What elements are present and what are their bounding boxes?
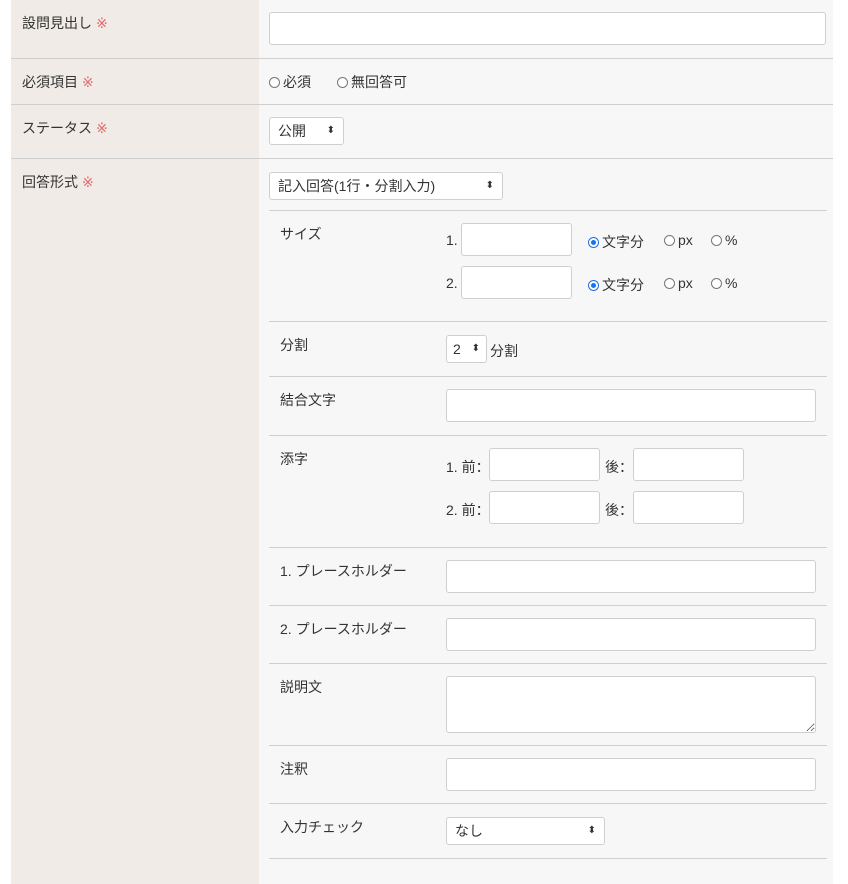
unit-label: 文字分 (602, 277, 644, 293)
affix-post-input-1[interactable] (633, 448, 744, 481)
subrow-join-char: 結合文字 (269, 376, 827, 435)
select-arrow-icon: ⬍ (485, 180, 494, 191)
radio-circle[interactable] (588, 280, 599, 291)
split-label: 分割 (280, 337, 308, 353)
size-input-2[interactable] (461, 266, 572, 299)
affix-pre-label-1: 1. 前： (446, 459, 490, 475)
select-arrow-icon: ⬍ (587, 825, 596, 836)
size-unit-chars-1[interactable]: 文字分 (588, 232, 644, 252)
radio-required-label: 必須 (283, 74, 311, 90)
row-status: ステータス ※ 公開 ⬍ (11, 105, 833, 159)
radio-no-answer-ok[interactable]: 無回答可 (337, 72, 407, 92)
value-cell: 記入回答(1行・分割入力) ⬍ サイズ 1. 文字分 px % 2. 文字分 p… (259, 159, 833, 884)
required-item-label: 必須項目 (22, 74, 78, 90)
subrow-input-check: 入力チェック なし ⬍ (269, 803, 827, 859)
row-question-heading: 設問見出し ※ (11, 0, 833, 59)
note-label: 注釈 (280, 761, 308, 777)
unit-label: px (678, 275, 693, 291)
label-cell: 設問見出し ※ (11, 0, 259, 58)
label-cell: 必須項目 ※ (11, 59, 259, 104)
size-unit-percent-1[interactable]: % (711, 232, 737, 248)
question-edit-form: 設問見出し ※ 必須項目 ※ 必須 無回答可 ステータス ※ 公開 ⬍ 回答形式… (11, 0, 833, 884)
radio-circle[interactable] (664, 235, 675, 246)
subrow-affix: 添字 1. 前： 後： 2. 前： 後： (269, 435, 827, 548)
select-arrow-icon: ⬍ (471, 343, 480, 354)
unit-label: % (725, 232, 738, 248)
label-cell: 回答形式 ※ (11, 159, 259, 884)
required-mark: ※ (82, 74, 94, 90)
input-check-select[interactable]: なし ⬍ (446, 817, 605, 845)
size-unit-chars-2[interactable]: 文字分 (588, 275, 644, 295)
subrow-placeholder-1: 1. プレースホルダー (269, 547, 827, 606)
question-heading-label: 設問見出し (22, 15, 92, 31)
status-selected: 公開 (278, 123, 306, 139)
radio-circle[interactable] (664, 278, 675, 289)
value-cell: 必須 無回答可 (259, 59, 833, 104)
size-label: サイズ (280, 226, 322, 242)
answer-format-label: 回答形式 (22, 174, 78, 190)
row-answer-format: 回答形式 ※ 記入回答(1行・分割入力) ⬍ サイズ 1. 文字分 px % 2.… (11, 159, 833, 884)
label-cell: ステータス ※ (11, 105, 259, 158)
unit-label: % (725, 275, 738, 291)
affix-post-label-1: 後： (605, 459, 633, 475)
affix-label: 添字 (280, 451, 308, 467)
question-heading-input[interactable] (269, 12, 826, 45)
note-input[interactable] (446, 758, 816, 791)
affix-pre-label-2: 2. 前： (446, 502, 490, 518)
subrow-description: 説明文 (269, 663, 827, 746)
select-arrow-icon: ⬍ (326, 125, 335, 136)
radio-no-answer-ok-circle[interactable] (337, 77, 348, 88)
radio-no-answer-ok-label: 無回答可 (351, 74, 407, 90)
split-select[interactable]: 2 ⬍ (446, 335, 487, 363)
required-mark: ※ (82, 174, 94, 190)
affix-pre-input-2[interactable] (489, 491, 600, 524)
status-select[interactable]: 公開 ⬍ (269, 117, 344, 145)
subrow-note: 注釈 (269, 745, 827, 804)
unit-label: px (678, 232, 693, 248)
description-textarea[interactable] (446, 676, 816, 733)
size-unit-px-2[interactable]: px (664, 275, 693, 291)
radio-circle[interactable] (588, 237, 599, 248)
subrow-placeholder-2: 2. プレースホルダー (269, 605, 827, 664)
split-selected: 2 (453, 341, 461, 357)
affix-post-label-2: 後： (605, 502, 633, 518)
subrow-split: 分割 2 ⬍ 分割 (269, 321, 827, 376)
placeholder1-input[interactable] (446, 560, 816, 593)
radio-circle[interactable] (711, 235, 722, 246)
affix-pre-input-1[interactable] (489, 448, 600, 481)
answer-format-selected: 記入回答(1行・分割入力) (278, 178, 436, 194)
size-num-1: 1. (446, 232, 458, 248)
size-input-1[interactable] (461, 223, 572, 256)
value-cell: 公開 ⬍ (259, 105, 833, 158)
placeholder1-label: 1. プレースホルダー (280, 563, 407, 579)
required-mark: ※ (96, 15, 108, 31)
size-unit-px-1[interactable]: px (664, 232, 693, 248)
affix-post-input-2[interactable] (633, 491, 744, 524)
input-check-label: 入力チェック (280, 819, 364, 835)
radio-circle[interactable] (711, 278, 722, 289)
unit-label: 文字分 (602, 234, 644, 250)
status-label: ステータス (22, 120, 92, 136)
input-check-selected: なし (455, 823, 483, 839)
placeholder2-input[interactable] (446, 618, 816, 651)
subrow-size: サイズ 1. 文字分 px % 2. 文字分 px % (269, 210, 827, 322)
value-cell (259, 0, 833, 58)
placeholder2-label: 2. プレースホルダー (280, 621, 407, 637)
required-mark: ※ (96, 120, 108, 136)
radio-required[interactable]: 必須 (269, 72, 311, 92)
size-num-2: 2. (446, 275, 458, 291)
join-char-label: 結合文字 (280, 392, 336, 408)
join-char-input[interactable] (446, 389, 816, 422)
size-unit-percent-2[interactable]: % (711, 275, 737, 291)
split-suffix: 分割 (490, 343, 518, 359)
description-label: 説明文 (280, 679, 322, 695)
answer-format-select[interactable]: 記入回答(1行・分割入力) ⬍ (269, 172, 503, 200)
row-required-item: 必須項目 ※ 必須 無回答可 (11, 59, 833, 105)
radio-required-circle[interactable] (269, 77, 280, 88)
